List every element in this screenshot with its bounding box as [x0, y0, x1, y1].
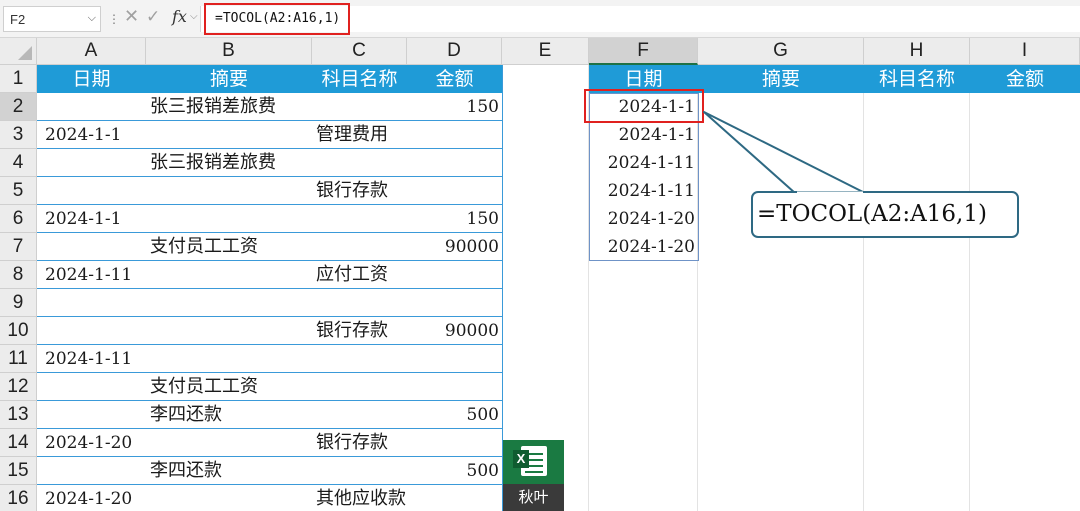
- callout-pointer-mask: [797, 191, 863, 195]
- logo-label: 秋叶: [503, 484, 564, 511]
- logo-badge: X: [513, 450, 529, 468]
- qiuye-logo: X 秋叶: [503, 440, 564, 511]
